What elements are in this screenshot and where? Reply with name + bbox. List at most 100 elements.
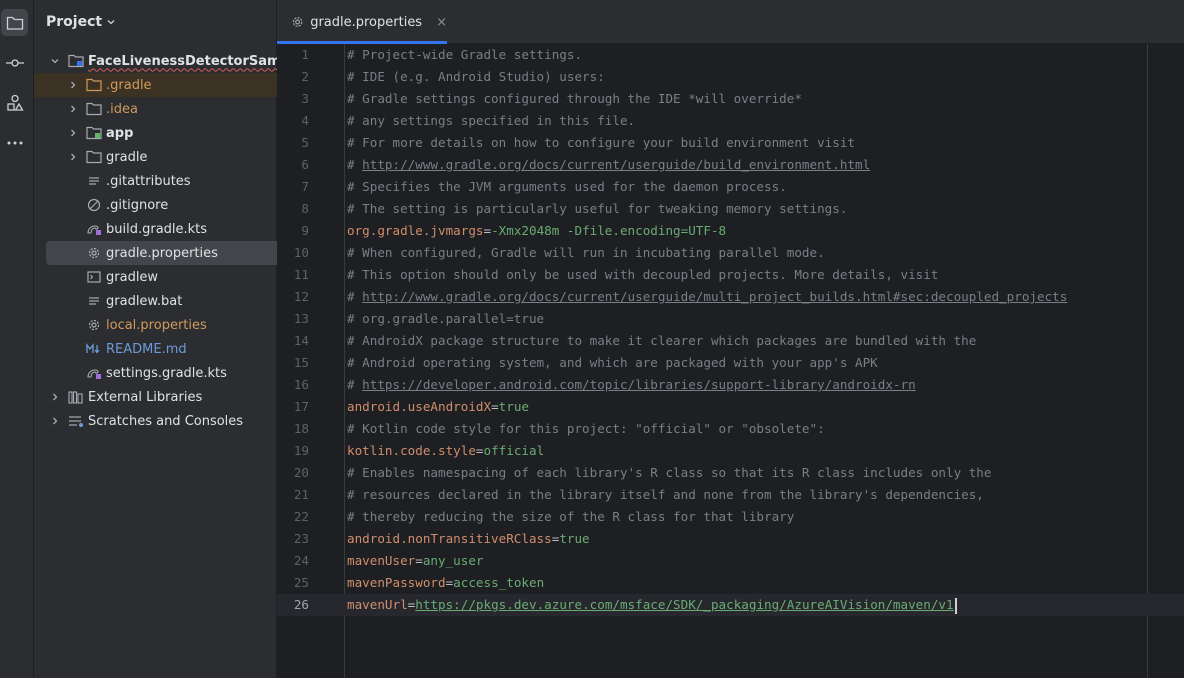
code-text: # resources declared in the library itse… (347, 484, 984, 506)
code-line[interactable]: 25 mavenPassword=access_token (277, 572, 1184, 594)
code-text: mavenUser=any_user (347, 550, 484, 572)
line-number: 22 (293, 509, 309, 524)
code-line[interactable]: 12 # http://www.gradle.org/docs/current/u… (277, 286, 1184, 308)
tree-item-root[interactable]: FaceLivenessDetectorSample (34, 49, 303, 73)
comment-token: # (347, 377, 363, 392)
comment-token: # Enables namespacing of each library's … (347, 465, 992, 480)
equals-token: = (415, 553, 423, 568)
folder-icon (86, 101, 102, 117)
module-folder-icon (68, 53, 84, 69)
code-line[interactable]: 26 mavenUrl=https://pkgs.dev.azure.com/ms… (277, 594, 1184, 616)
tree-item-label: Scratches and Consoles (88, 413, 244, 429)
tree-item-idea[interactable]: .idea (34, 97, 309, 121)
code-text: # https://developer.android.com/topic/li… (347, 374, 916, 396)
property-key: android.nonTransitiveRClass (347, 531, 552, 546)
line-number: 26 (293, 597, 309, 612)
tree-item-gradle-cache[interactable]: .gradle (34, 73, 309, 97)
folder-icon (86, 149, 102, 165)
code-text: # Gradle settings configured through the… (347, 88, 802, 110)
tree-item-app[interactable]: app (34, 121, 309, 145)
code-editor[interactable]: 1 # Project-wide Gradle settings. 2 # IDE (… (277, 44, 1184, 678)
tree-item-external-libraries[interactable]: External Libraries (34, 385, 291, 409)
line-number: 17 (293, 399, 309, 414)
code-line[interactable]: 4 # any settings specified in this file. (277, 110, 1184, 132)
commit-icon[interactable] (1, 49, 28, 76)
equals-token: = (491, 399, 499, 414)
code-line[interactable]: 18 # Kotlin code style for this project: … (277, 418, 1184, 440)
code-text: # Android operating system, and which ar… (347, 352, 878, 374)
code-line[interactable]: 7 # Specifies the JVM arguments used for … (277, 176, 1184, 198)
property-key: org.gradle.jvmargs (347, 223, 484, 238)
chevron-right-icon[interactable] (48, 414, 62, 428)
tree-item-label: External Libraries (88, 389, 203, 405)
project-panel-title: Project (46, 14, 103, 30)
project-view-selector[interactable]: Project (46, 14, 116, 30)
code-text: # thereby reducing the size of the R cla… (347, 506, 794, 528)
line-number: 8 (301, 201, 309, 216)
code-text: # This option should only be used with d… (347, 264, 938, 286)
property-value: true (559, 531, 590, 546)
code-line[interactable]: 14 # AndroidX package structure to make i… (277, 330, 1184, 352)
code-line[interactable]: 10 # When configured, Gradle will run in … (277, 242, 1184, 264)
url-link[interactable]: https://pkgs.dev.azure.com/msface/SDK/_p… (415, 597, 953, 612)
tree-item-gradle[interactable]: gradle (34, 145, 309, 169)
text-file-icon (86, 173, 102, 189)
chevron-right-icon[interactable] (66, 102, 80, 116)
code-line[interactable]: 11 # This option should only be used with… (277, 264, 1184, 286)
chevron-right-icon[interactable] (66, 150, 80, 164)
code-line[interactable]: 22 # thereby reducing the size of the R c… (277, 506, 1184, 528)
code-line[interactable]: 8 # The setting is particularly useful fo… (277, 198, 1184, 220)
line-number: 16 (293, 377, 309, 392)
comment-token: # thereby reducing the size of the R cla… (347, 509, 795, 524)
structure-icon[interactable] (1, 89, 28, 116)
property-value: any_user (422, 553, 484, 568)
url-link[interactable]: http://www.gradle.org/docs/current/userg… (362, 157, 870, 172)
code-text: android.useAndroidX=true (347, 396, 529, 418)
url-link[interactable]: https://developer.android.com/topic/libr… (362, 377, 916, 392)
code-line[interactable]: 6 # http://www.gradle.org/docs/current/us… (277, 154, 1184, 176)
code-line[interactable]: 24 mavenUser=any_user (277, 550, 1184, 572)
comment-token: # Gradle settings configured through the… (347, 91, 802, 106)
code-text: # Kotlin code style for this project: "o… (347, 418, 825, 440)
line-number: 23 (293, 531, 309, 546)
code-line[interactable]: 20 # Enables namespacing of each library'… (277, 462, 1184, 484)
tree-item-scratches[interactable]: Scratches and Consoles (34, 409, 291, 433)
tree-item-gradle-properties[interactable]: gradle.properties (46, 241, 305, 265)
code-text: kotlin.code.style=official (347, 440, 544, 462)
tree-item-label: app (106, 125, 134, 141)
code-line[interactable]: 5 # For more details on how to configure … (277, 132, 1184, 154)
property-key: mavenPassword (347, 575, 446, 590)
code-text: mavenPassword=access_token (347, 572, 544, 594)
chevron-right-icon[interactable] (66, 78, 80, 92)
project-folder-icon[interactable] (1, 9, 28, 36)
code-line[interactable]: 15 # Android operating system, and which … (277, 352, 1184, 374)
close-icon[interactable]: × (436, 15, 447, 30)
code-line[interactable]: 3 # Gradle settings configured through th… (277, 88, 1184, 110)
code-text: # When configured, Gradle will run in in… (347, 242, 825, 264)
tab-gradle-properties[interactable]: gradle.properties × (277, 0, 447, 44)
code-line[interactable]: 1 # Project-wide Gradle settings. (277, 44, 1184, 66)
comment-token: # For more details on how to configure y… (347, 135, 855, 150)
chevron-right-icon[interactable] (48, 390, 62, 404)
editor-tab-bar: gradle.properties × (277, 0, 1184, 44)
code-line[interactable]: 21 # resources declared in the library it… (277, 484, 1184, 506)
code-line[interactable]: 17 android.useAndroidX=true (277, 396, 1184, 418)
libraries-icon (68, 389, 84, 405)
code-text: mavenUrl=https://pkgs.dev.azure.com/msfa… (347, 594, 957, 616)
code-text: # IDE (e.g. Android Studio) users: (347, 66, 605, 88)
code-line[interactable]: 23 android.nonTransitiveRClass=true (277, 528, 1184, 550)
property-key: android.useAndroidX (347, 399, 492, 414)
property-key: mavenUrl (347, 597, 408, 612)
code-line[interactable]: 2 # IDE (e.g. Android Studio) users: (277, 66, 1184, 88)
line-number: 20 (293, 465, 309, 480)
property-value: true (498, 399, 529, 414)
more-icon[interactable] (1, 129, 28, 156)
chevron-down-icon[interactable] (48, 54, 62, 68)
url-link[interactable]: http://www.gradle.org/docs/current/userg… (362, 289, 1067, 304)
code-line[interactable]: 19 kotlin.code.style=official (277, 440, 1184, 462)
comment-token: # Project-wide Gradle settings. (347, 47, 583, 62)
chevron-right-icon[interactable] (66, 126, 80, 140)
code-line[interactable]: 13 # org.gradle.parallel=true (277, 308, 1184, 330)
code-line[interactable]: 16 # https://developer.android.com/topic/… (277, 374, 1184, 396)
code-line[interactable]: 9 org.gradle.jvmargs=-Xmx2048m -Dfile.enc… (277, 220, 1184, 242)
